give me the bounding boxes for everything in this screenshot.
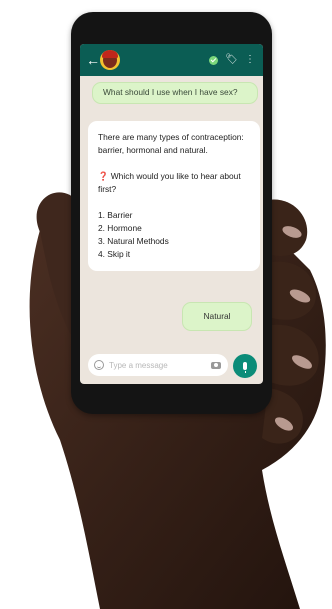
option-skip: 4. Skip it — [98, 249, 131, 259]
avatar-hair — [102, 50, 118, 58]
back-arrow-icon[interactable]: ← — [86, 52, 100, 68]
chat-header: ← 🏷 ⋮ — [80, 44, 263, 76]
mic-icon — [243, 362, 247, 373]
question-mark-icon: ❓ — [98, 171, 109, 181]
emoji-icon[interactable] — [94, 360, 104, 370]
incoming-message: There are many types of contraception: b… — [88, 121, 260, 271]
message-prompt: ❓ Which would you like to hear about fir… — [98, 170, 252, 196]
mic-button[interactable] — [233, 354, 257, 378]
message-placeholder[interactable]: Type a message — [109, 361, 211, 370]
prompt-text: Which would you like to hear about first… — [98, 171, 241, 194]
option-natural-methods: 3. Natural Methods — [98, 236, 169, 246]
header-actions: 🏷 ⋮ — [209, 55, 255, 65]
verified-badge-icon — [209, 55, 219, 65]
camera-icon[interactable] — [211, 361, 221, 369]
tag-icon[interactable]: 🏷 — [225, 55, 238, 65]
message-input[interactable]: Type a message — [88, 354, 228, 376]
contact-avatar[interactable] — [100, 50, 120, 70]
message-intro: There are many types of contraception: b… — [98, 132, 244, 155]
more-vert-icon[interactable]: ⋮ — [245, 55, 255, 65]
option-hormone: 2. Hormone — [98, 223, 142, 233]
chat-screen: ← 🏷 ⋮ What should I use when I have sex?… — [80, 44, 263, 384]
outgoing-message: What should I use when I have sex? — [92, 82, 258, 104]
outgoing-reply: Natural — [182, 302, 252, 331]
option-barrier: 1. Barrier — [98, 210, 133, 220]
